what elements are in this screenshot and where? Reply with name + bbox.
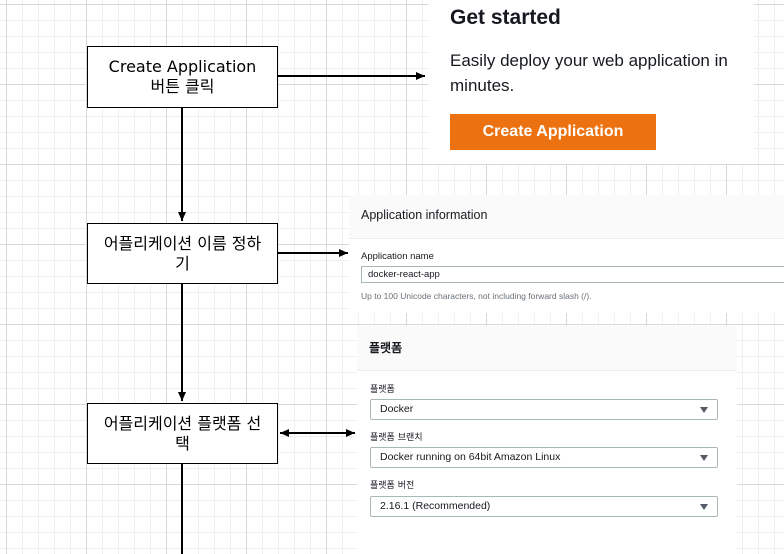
flow-step-line: 택 bbox=[175, 433, 190, 453]
platform-version-select-value: 2.16.1 (Recommended) bbox=[380, 500, 491, 512]
platform-branch-select[interactable]: Docker running on 64bit Amazon Linux bbox=[370, 447, 718, 468]
flow-step-text: 어플리케이션 이름 정하 기 bbox=[104, 234, 261, 274]
flow-step-line: 어플리케이션 플랫폼 선 bbox=[103, 413, 262, 433]
platform-header: 플랫폼 bbox=[357, 326, 737, 371]
flow-step-line: 기 bbox=[175, 253, 190, 273]
application-name-input[interactable] bbox=[361, 266, 784, 283]
application-name-label: Application name bbox=[361, 251, 434, 262]
flow-step-line: 버튼 클릭 bbox=[150, 77, 215, 96]
get-started-title: Get started bbox=[450, 6, 561, 29]
platform-title: 플랫폼 bbox=[369, 341, 403, 355]
flow-step-text: 어플리케이션 플랫폼 선 택 bbox=[104, 414, 261, 454]
application-information-panel: Application information Application name… bbox=[349, 195, 784, 313]
application-information-header: Application information bbox=[349, 195, 784, 239]
flow-step-application-name: 어플리케이션 이름 정하 기 bbox=[87, 223, 278, 284]
platform-version-select[interactable]: 2.16.1 (Recommended) bbox=[370, 496, 718, 517]
get-started-panel: Get started Easily deploy your web appli… bbox=[428, 0, 754, 164]
flow-step-line: 어플리케이션 이름 정하 bbox=[103, 233, 262, 253]
caret-down-icon bbox=[700, 455, 708, 461]
platform-branch-select-value: Docker running on 64bit Amazon Linux bbox=[380, 451, 561, 463]
flow-step-text: Create Application 버튼 클릭 bbox=[109, 57, 257, 97]
platform-label: 플랫폼 bbox=[370, 385, 395, 395]
platform-branch-label: 플랫폼 브랜치 bbox=[370, 433, 423, 443]
caret-down-icon bbox=[700, 407, 708, 413]
application-name-hint: Up to 100 Unicode characters, not includ… bbox=[361, 291, 592, 301]
flow-step-platform-select: 어플리케이션 플랫폼 선 택 bbox=[87, 403, 278, 464]
create-application-button[interactable]: Create Application bbox=[450, 114, 656, 150]
flow-step-line: Create Application bbox=[108, 57, 257, 76]
platform-select-value: Docker bbox=[380, 403, 414, 415]
caret-down-icon bbox=[700, 504, 708, 510]
flow-step-create-application: Create Application 버튼 클릭 bbox=[87, 46, 278, 108]
application-information-title: Application information bbox=[361, 208, 488, 222]
get-started-description: Easily deploy your web application in mi… bbox=[450, 51, 728, 95]
platform-select[interactable]: Docker bbox=[370, 399, 718, 420]
platform-version-label: 플랫폼 버전 bbox=[370, 481, 415, 491]
platform-panel: 플랫폼 플랫폼 Docker 플랫폼 브랜치 Docker running on… bbox=[357, 326, 737, 554]
